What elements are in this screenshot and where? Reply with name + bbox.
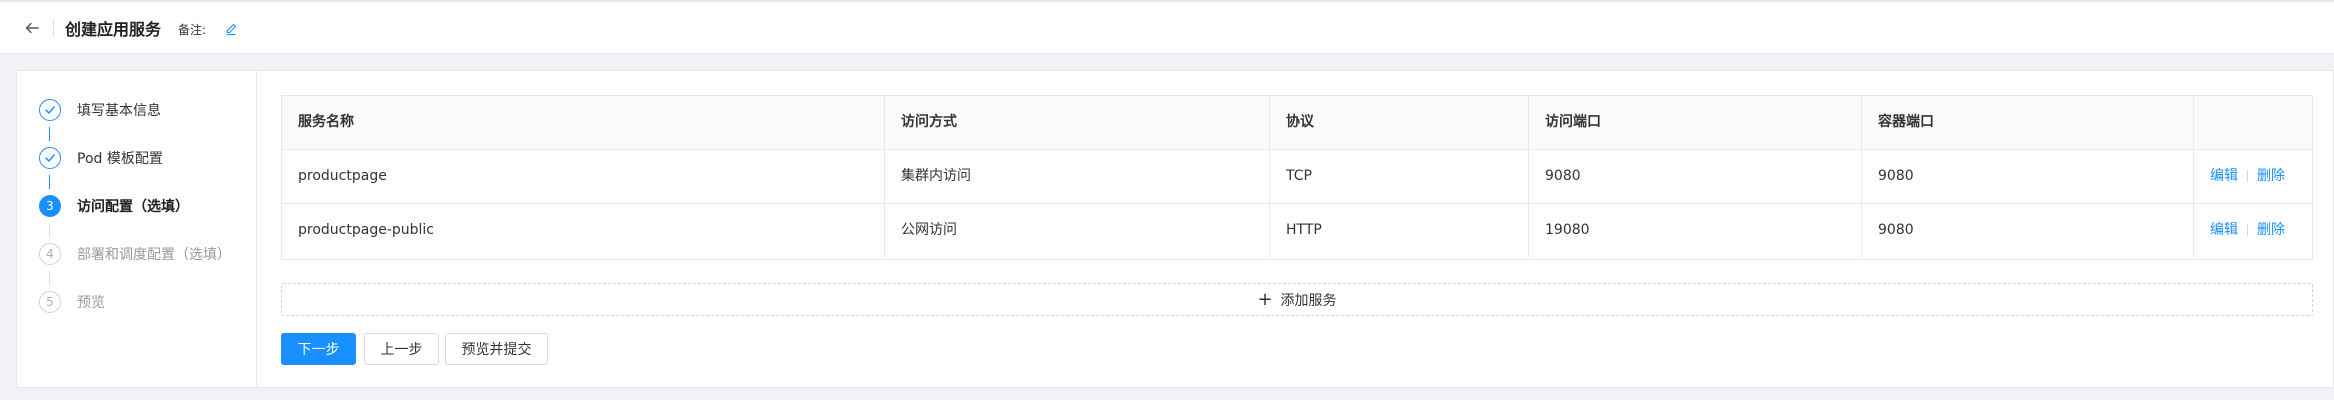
step-label: 访问配置（选填） bbox=[77, 199, 189, 215]
delete-link[interactable]: 删除 bbox=[2257, 222, 2285, 238]
back-button[interactable] bbox=[20, 16, 44, 40]
top-bar: 创建应用服务 备注: bbox=[0, 0, 2334, 54]
protocol-cell: HTTP bbox=[1270, 204, 1529, 257]
step-label: Pod 模板配置 bbox=[77, 151, 163, 167]
table-row: productpage-public 公网访问 HTTP 19080 9080 … bbox=[282, 204, 2312, 258]
header-divider bbox=[53, 19, 54, 37]
step-connector bbox=[49, 175, 50, 189]
column-header-access-port: 访问端口 bbox=[1529, 96, 1862, 149]
add-service-button[interactable]: + 添加服务 bbox=[281, 283, 2313, 316]
step-pod-template[interactable]: Pod 模板配置 bbox=[39, 145, 163, 171]
preview-submit-button[interactable]: 预览并提交 bbox=[445, 333, 548, 365]
table-header-row: 服务名称 访问方式 协议 访问端口 容器端口 bbox=[282, 96, 2312, 150]
step-number: 3 bbox=[39, 195, 61, 217]
column-header-access-method: 访问方式 bbox=[885, 96, 1270, 149]
prev-step-button[interactable]: 上一步 bbox=[364, 333, 439, 365]
service-name-cell: productpage bbox=[282, 150, 885, 203]
pencil-icon bbox=[226, 23, 237, 36]
check-icon bbox=[45, 106, 55, 114]
protocol-cell: TCP bbox=[1270, 150, 1529, 203]
arrow-left-icon bbox=[25, 22, 39, 34]
column-header-protocol: 协议 bbox=[1270, 96, 1529, 149]
add-service-label: 添加服务 bbox=[1280, 292, 1337, 309]
step-preview[interactable]: 5 预览 bbox=[39, 289, 105, 315]
check-icon bbox=[45, 154, 55, 162]
step-done-indicator bbox=[39, 99, 61, 121]
container-port-cell: 9080 bbox=[1862, 204, 2194, 257]
container-port-cell: 9080 bbox=[1862, 150, 2194, 203]
step-basic-info[interactable]: 填写基本信息 bbox=[39, 97, 161, 123]
step-connector bbox=[49, 271, 50, 285]
access-method-cell: 集群内访问 bbox=[885, 150, 1270, 203]
services-table: 服务名称 访问方式 协议 访问端口 容器端口 productpage 集群内访问… bbox=[281, 95, 2313, 260]
access-port-cell: 19080 bbox=[1529, 204, 1862, 257]
column-header-actions bbox=[2194, 96, 2312, 149]
actions-cell: 编辑 删除 bbox=[2194, 150, 2312, 203]
delete-link[interactable]: 删除 bbox=[2257, 168, 2285, 184]
step-label: 填写基本信息 bbox=[77, 103, 161, 119]
actions-cell: 编辑 删除 bbox=[2194, 204, 2312, 257]
step-number: 4 bbox=[39, 243, 61, 265]
table-row: productpage 集群内访问 TCP 9080 9080 编辑 删除 bbox=[282, 150, 2312, 204]
service-name-cell: productpage-public bbox=[282, 204, 885, 257]
page-title: 创建应用服务 bbox=[65, 20, 162, 39]
step-access-config[interactable]: 3 访问配置（选填） bbox=[39, 193, 189, 219]
next-step-button[interactable]: 下一步 bbox=[281, 333, 356, 365]
step-sidebar: 填写基本信息 Pod 模板配置 3 访问配置（选填） 4 部署和调度配置（选填）… bbox=[17, 71, 257, 387]
link-divider bbox=[2247, 170, 2248, 182]
step-number: 5 bbox=[39, 291, 61, 313]
note-label: 备注: bbox=[178, 23, 207, 37]
link-divider bbox=[2247, 224, 2248, 236]
plus-icon: + bbox=[1257, 288, 1273, 310]
content-card: 填写基本信息 Pod 模板配置 3 访问配置（选填） 4 部署和调度配置（选填）… bbox=[16, 70, 2334, 388]
access-method-cell: 公网访问 bbox=[885, 204, 1270, 257]
step-deploy-schedule[interactable]: 4 部署和调度配置（选填） bbox=[39, 241, 231, 267]
column-header-service-name: 服务名称 bbox=[282, 96, 885, 149]
edit-link[interactable]: 编辑 bbox=[2210, 168, 2238, 184]
step-label: 预览 bbox=[77, 295, 105, 311]
edit-link[interactable]: 编辑 bbox=[2210, 222, 2238, 238]
column-header-container-port: 容器端口 bbox=[1862, 96, 2194, 149]
access-port-cell: 9080 bbox=[1529, 150, 1862, 203]
edit-note-button[interactable] bbox=[224, 21, 238, 36]
step-connector bbox=[49, 127, 50, 141]
step-done-indicator bbox=[39, 147, 61, 169]
step-label: 部署和调度配置（选填） bbox=[77, 247, 231, 263]
step-connector bbox=[49, 223, 50, 237]
